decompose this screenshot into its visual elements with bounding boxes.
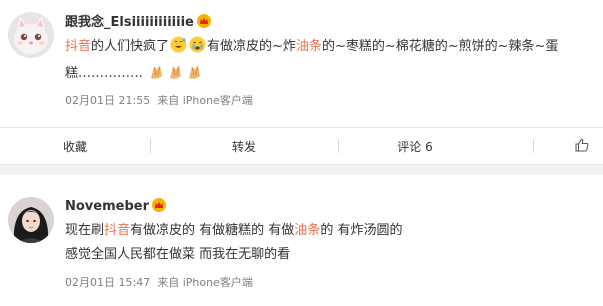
divider [338,139,339,153]
content-text: 的人们快疯了 [91,39,170,54]
timestamp[interactable]: 02月01日 15:47 [65,276,150,289]
crown-icon [196,14,211,32]
comment-button[interactable]: 评论 6 [340,128,490,164]
avatar[interactable] [8,12,54,58]
content-text: 有做凉皮的 有做糖糕的 有做 [130,223,295,238]
post-meta: 02月01日 15:47 来自 iPhone客户端 [65,274,253,290]
source-client[interactable]: 来自 iPhone客户端 [157,276,253,289]
content-text: 有做凉皮的~炸 [207,39,296,54]
content-text: 现在刷 [65,223,105,238]
hashtag-link[interactable]: 抖音 [65,39,91,54]
username[interactable]: 跟我念_Elsiiiiiiiiiiiie [65,11,211,32]
timestamp[interactable]: 02月01日 21:55 [65,94,150,107]
content-text: 的 有炸汤圆的 [320,223,403,238]
action-bar: 收藏 转发 评论 6 [0,127,603,165]
girl-avatar-image [8,197,54,243]
thumbs-up-icon [575,138,589,155]
post-2: Novemeber 现在刷抖音有做凉皮的 有做糖糕的 有做油条的 有炸汤圆的 感… [0,176,603,306]
hashtag-link[interactable]: 抖音 [104,223,130,238]
post-content: 现在刷抖音有做凉皮的 有做糖糕的 有做油条的 有炸汤圆的 感觉全国人民都在做菜 … [65,219,585,267]
sweat-smile-emoji [170,36,187,62]
avatar[interactable] [8,197,54,243]
clap-emoji [148,63,165,89]
repost-label: 转发 [231,139,256,154]
favorite-label: 收藏 [62,139,87,154]
keyword-link[interactable]: 油条 [296,39,322,54]
content-text: 的~枣糕的~棉花糖的~煎饼的~辣条~蛋 [321,39,559,54]
post-content: 抖音的人们快疯了 有做凉皮的~炸油条的~枣糕的~棉花糖的~煎饼的~辣条~蛋 糕……… [65,35,585,89]
keyword-link[interactable]: 油条 [294,223,320,238]
crown-icon [152,198,166,216]
username[interactable]: Novemeber [65,198,166,216]
clap-emoji [167,63,184,89]
content-text: 糕…………… [65,66,144,81]
post-1: 跟我念_Elsiiiiiiiiiiiie 抖音的人们快疯了 有做凉皮的~炸油条的~… [0,0,603,128]
cat-avatar-image [8,12,54,58]
section-gap [0,165,603,175]
username-text[interactable]: Novemeber [65,199,149,214]
favorite-button[interactable]: 收藏 [0,128,150,164]
divider [533,139,534,153]
clap-emoji [186,63,203,89]
crying-emoji [189,36,206,62]
repost-button[interactable]: 转发 [169,128,319,164]
divider [150,139,151,153]
username-text[interactable]: 跟我念_Elsiiiiiiiiiiiie [65,15,194,30]
source-client[interactable]: 来自 iPhone客户端 [157,94,253,107]
comment-label: 评论 6 [397,139,433,154]
like-button[interactable] [560,128,603,164]
content-text: 感觉全国人民都在做菜 而我在无聊的看 [65,247,291,262]
post-meta: 02月01日 21:55 来自 iPhone客户端 [65,92,253,108]
